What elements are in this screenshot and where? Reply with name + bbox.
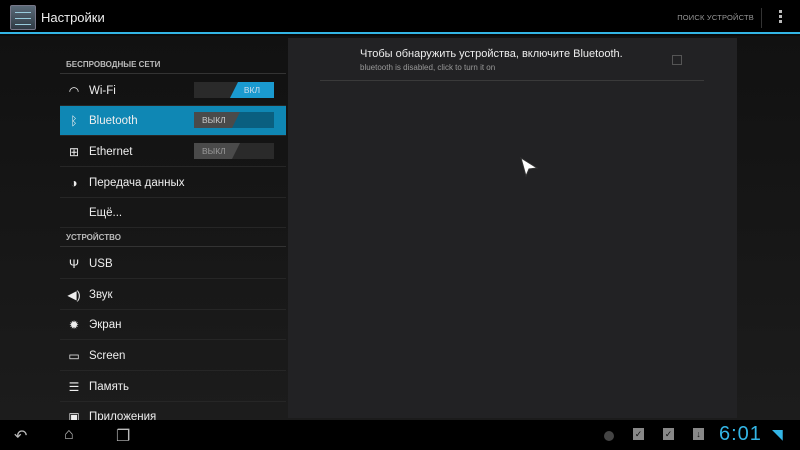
apps-icon: ▣ [68,409,80,421]
settings-item-storage[interactable]: ☰ Память [60,372,286,402]
ethernet-icon: ⊞ [68,144,80,159]
settings-content: БЕСПРОВОДНЫЕ СЕТИ ◠ Wi-Fi ВКЛ ᛒ Bluetoot… [0,36,800,420]
back-icon[interactable]: ↶ [14,426,27,446]
data-usage-icon: ◑ [70,175,78,190]
item-label: Bluetooth [89,114,138,127]
switch-label: ВКЛ [230,82,274,98]
home-icon[interactable]: ⌂ [64,426,74,444]
settings-item-screen[interactable]: ▭ Screen [60,341,286,371]
display-icon: ✹ [68,317,80,332]
market-check-icon[interactable]: ✓ [633,428,644,440]
settings-item-apps[interactable]: ▣ Приложения [60,402,286,421]
item-label: Wi-Fi [89,84,116,97]
bluetooth-checkbox[interactable] [672,55,682,65]
item-label: Ещё... [89,206,123,219]
item-label: Звук [89,288,113,301]
download-icon[interactable]: ↓ [693,428,704,440]
bluetooth-panel: Чтобы обнаружить устройства, включите Bl… [288,38,737,418]
bluetooth-switch[interactable]: ВЫКЛ [194,112,274,128]
settings-item-more[interactable]: Ещё... [60,198,286,228]
system-nav-bar: ↶ ⌂ ❐ ✓ ✓ ↓ 6:01 ◥ [0,420,800,450]
bluetooth-enable-title[interactable]: Чтобы обнаружить устройства, включите Bl… [360,48,623,60]
page-title: Настройки [41,10,105,25]
item-label: Экран [89,318,122,331]
settings-item-sound[interactable]: ◀) Звук [60,280,286,310]
section-header-wireless: БЕСПРОВОДНЫЕ СЕТИ [60,60,286,74]
search-devices-button[interactable]: ПОИСК УСТРОЙСТВ [677,13,754,22]
recent-apps-icon[interactable]: ❐ [116,426,130,446]
item-label: Screen [89,349,126,362]
settings-item-bluetooth[interactable]: ᛒ Bluetooth ВЫКЛ [60,106,286,136]
item-label: Передача данных [89,176,185,189]
settings-item-ethernet[interactable]: ⊞ Ethernet ВЫКЛ [60,137,286,167]
settings-item-data-usage[interactable]: ◑ Передача данных [60,168,286,198]
wifi-icon: ◠ [68,83,80,98]
usb-icon: Ψ [68,256,80,271]
item-label: Ethernet [89,145,133,158]
section-header-device: УСТРОЙСТВО [60,233,286,247]
mouse-cursor-icon [520,156,539,178]
settings-app-icon[interactable] [10,5,36,30]
action-bar: Настройки ПОИСК УСТРОЙСТВ [0,0,800,34]
wifi-switch[interactable]: ВКЛ [194,82,274,98]
settings-list[interactable]: БЕСПРОВОДНЫЕ СЕТИ ◠ Wi-Fi ВКЛ ᛒ Bluetoot… [60,36,286,420]
bluetooth-enable-subtitle[interactable]: bluetooth is disabled, click to turn it … [360,63,495,72]
switch-label: ВЫКЛ [194,112,240,128]
item-label: Приложения [89,410,157,421]
storage-icon: ☰ [68,379,80,394]
sound-icon: ◀) [67,287,81,302]
screen-icon: ▭ [68,348,80,363]
bluetooth-icon: ᛒ [70,113,78,128]
settings-item-usb[interactable]: Ψ USB [60,249,286,279]
market-check-icon[interactable]: ✓ [663,428,674,440]
settings-item-display[interactable]: ✹ Экран [60,310,286,340]
divider [320,80,704,81]
settings-item-wifi[interactable]: ◠ Wi-Fi ВКЛ [60,76,286,106]
wifi-status-icon: ◥ [772,426,783,442]
notification-dot-icon[interactable] [604,431,614,441]
item-label: USB [89,257,113,270]
item-label: Память [89,380,130,393]
switch-label: ВЫКЛ [194,143,240,159]
overflow-menu-icon[interactable] [779,10,783,25]
ethernet-switch[interactable]: ВЫКЛ [194,143,274,159]
clock[interactable]: 6:01 [719,423,762,446]
divider [761,8,762,28]
